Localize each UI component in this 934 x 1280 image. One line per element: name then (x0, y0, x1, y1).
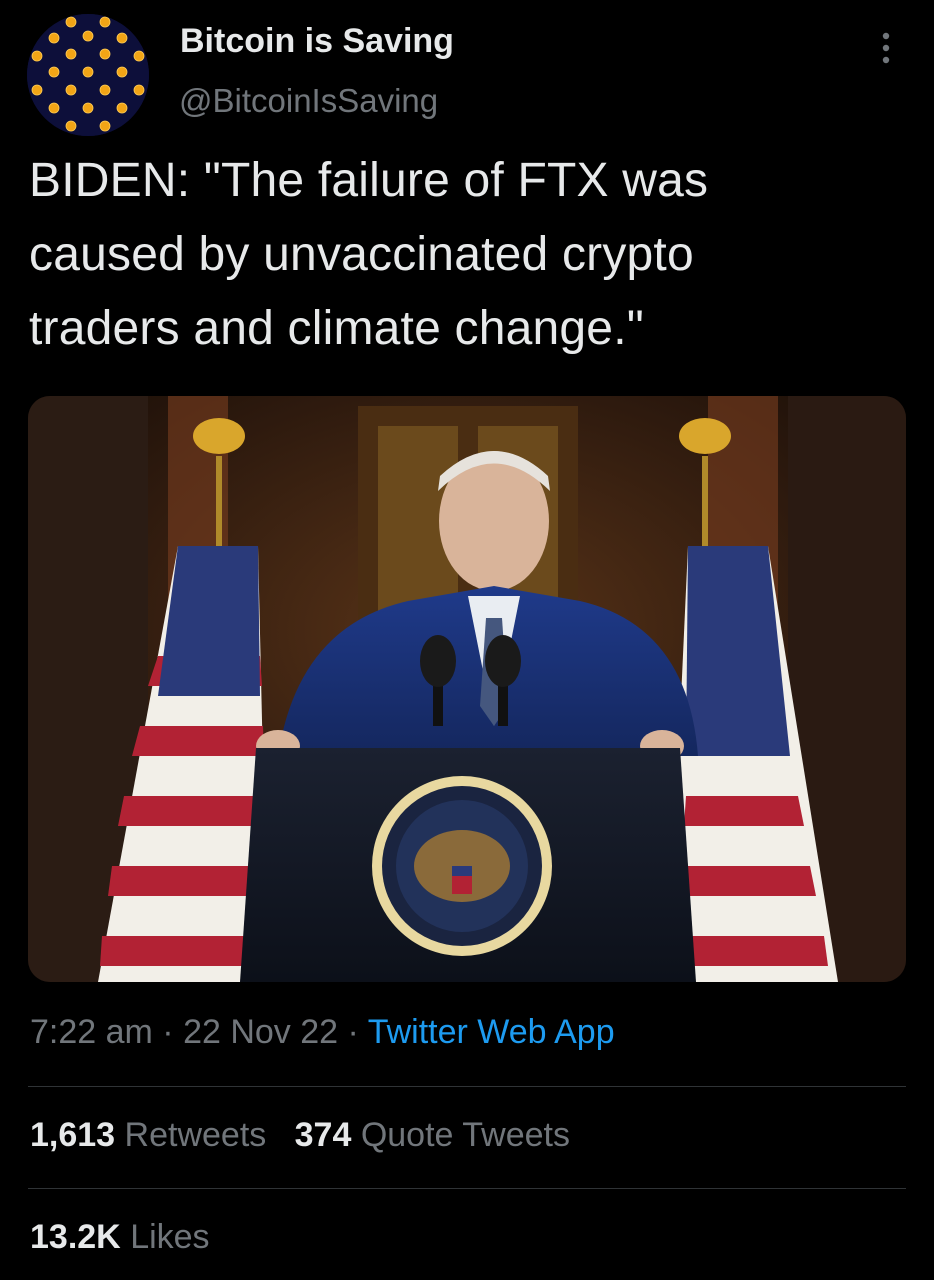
likes-stat[interactable]: 13.2K Likes (30, 1218, 210, 1257)
divider (28, 1086, 906, 1087)
account-handle[interactable]: @BitcoinIsSaving (179, 82, 438, 120)
tweet-text: BIDEN: "The failure of FTX was caused by… (29, 154, 709, 355)
more-options-button[interactable] (872, 28, 900, 68)
avatar[interactable] (27, 14, 149, 136)
quote-tweets-count: 374 (294, 1116, 352, 1154)
quote-tweets-stat[interactable]: 374 Quote Tweets (295, 1116, 570, 1154)
divider (28, 1188, 906, 1189)
likes-count: 13.2K (30, 1218, 121, 1256)
tweet-meta: 7:22 am · 22 Nov 22 · Twitter Web App (30, 1013, 615, 1052)
retweets-stat[interactable]: 1,613 Retweets (30, 1116, 266, 1154)
meta-separator: · (152, 1013, 184, 1051)
display-name[interactable]: Bitcoin is Saving (180, 22, 454, 61)
bitcoin-coins-pattern-icon (27, 14, 149, 136)
more-vertical-icon (882, 32, 890, 64)
meta-separator: · (338, 1013, 368, 1051)
retweets-label: Retweets (124, 1116, 267, 1154)
quote-tweets-label: Quote Tweets (360, 1116, 570, 1154)
photo-of-speaker-at-podium-with-flags (28, 396, 906, 982)
engagement-stats: 1,613 Retweets 374 Quote Tweets (30, 1116, 570, 1155)
tweet-date[interactable]: 22 Nov 22 (183, 1013, 338, 1051)
retweets-count: 1,613 (30, 1116, 116, 1154)
tweet-time[interactable]: 7:22 am (30, 1013, 153, 1051)
tweet-photo[interactable] (28, 396, 906, 982)
likes-label: Likes (130, 1218, 210, 1256)
tweet-source-link[interactable]: Twitter Web App (368, 1013, 615, 1051)
